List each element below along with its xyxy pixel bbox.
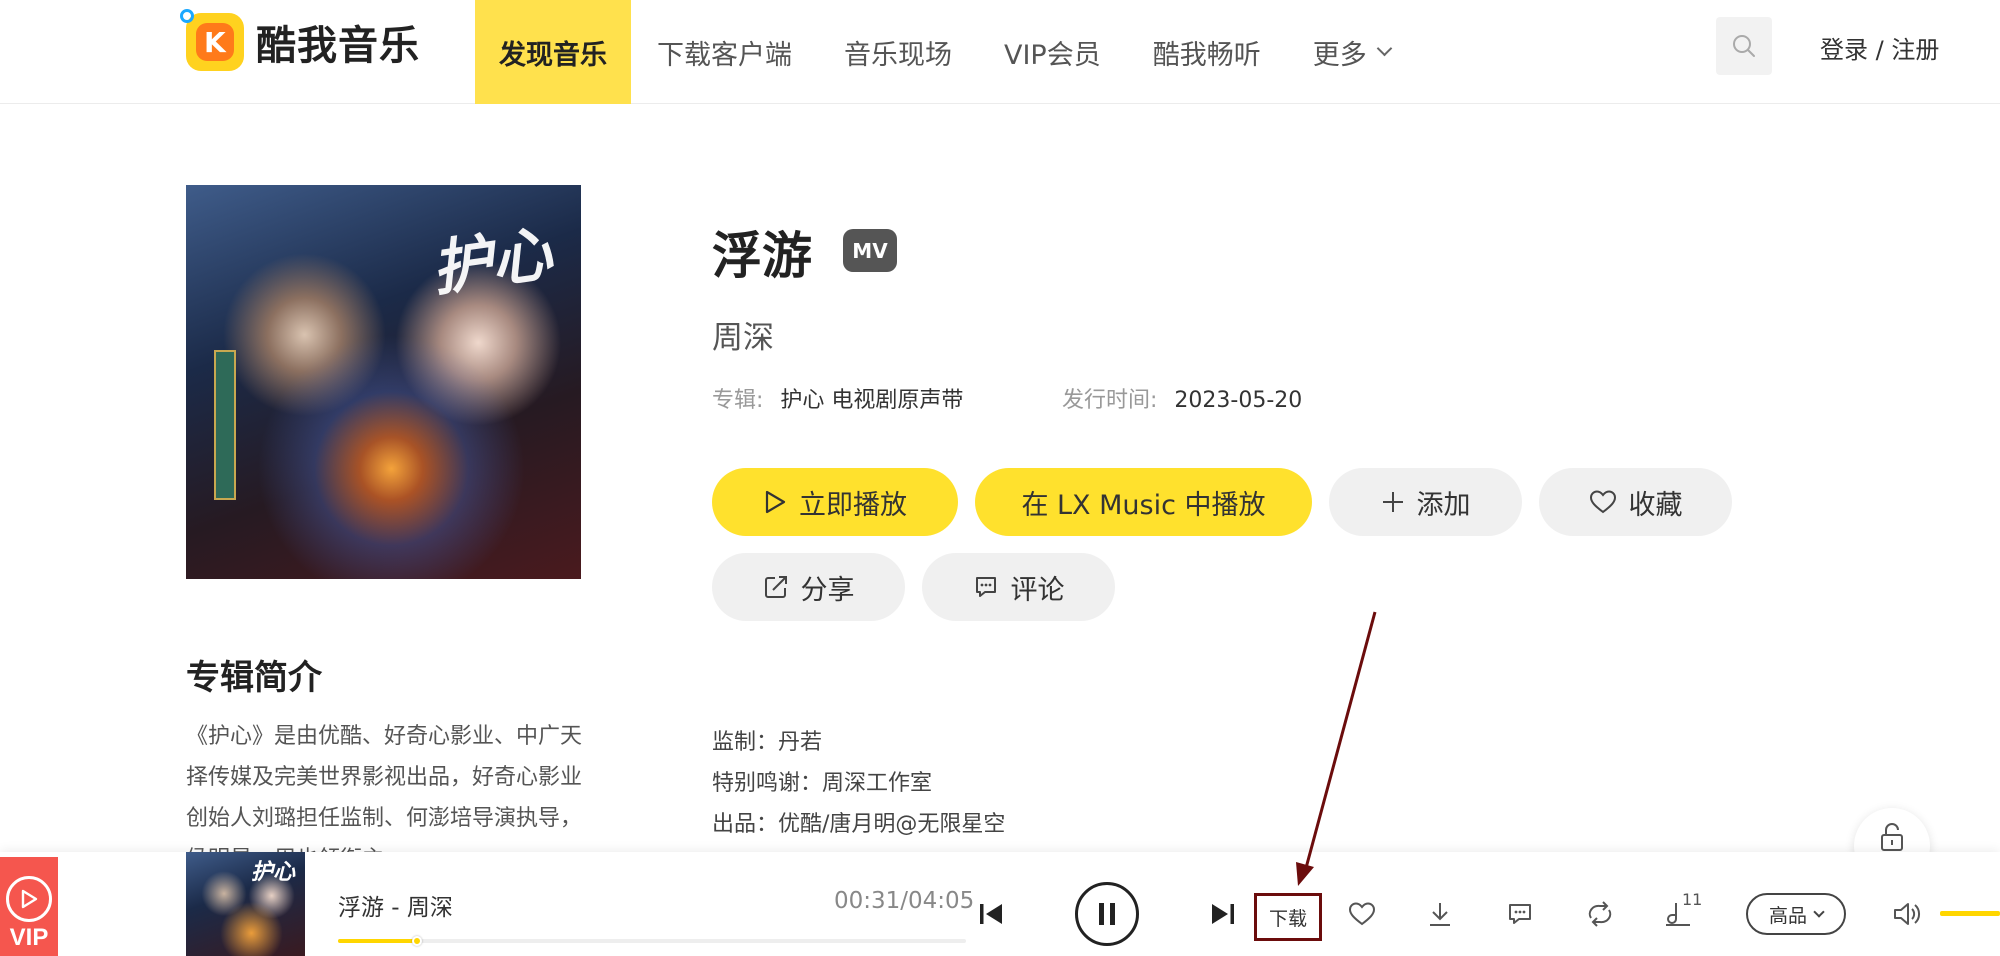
play-in-lx-music-button[interactable]: 在 LX Music 中播放 — [975, 468, 1312, 536]
nav-more-label: 更多 — [1312, 39, 1367, 71]
chevron-down-icon — [1376, 40, 1392, 56]
album-label: 专辑: — [712, 388, 764, 413]
download-label-highlight[interactable]: 下载 — [1254, 893, 1322, 941]
nav-vip-member[interactable]: VIP会员 — [978, 0, 1127, 104]
song-credits: 监制：丹若 特别鸣谢：周深工作室 出品：优酷/唐月明@无限星空 — [712, 722, 1312, 852]
comment-label: 评论 — [1010, 574, 1065, 606]
quality-label: 高品 — [1768, 904, 1807, 927]
vip-badge[interactable]: VIP — [0, 857, 58, 956]
add-button[interactable]: 添加 — [1329, 468, 1522, 536]
unlock-icon — [1881, 823, 1903, 851]
nav-download-client[interactable]: 下载客户端 — [631, 0, 818, 104]
like-button[interactable] — [1346, 898, 1378, 930]
download-button[interactable] — [1424, 898, 1456, 930]
share-button[interactable]: 分享 — [712, 553, 905, 621]
download-icon — [1430, 903, 1450, 926]
play-icon — [763, 489, 787, 515]
kuwo-logo-icon: K — [180, 9, 244, 71]
song-artist[interactable]: 周深 — [712, 312, 774, 357]
cover-banner — [214, 350, 236, 500]
album-cover: 护心 — [186, 185, 581, 579]
skip-previous-icon — [980, 904, 1002, 924]
playlist-count: 11 — [1682, 890, 1703, 909]
chevron-down-icon — [1813, 905, 1825, 918]
cover-calligraphy: 护心 — [427, 218, 557, 305]
favorite-label: 收藏 — [1628, 489, 1683, 521]
heart-icon — [1589, 489, 1617, 515]
album-intro-text: 《护心》是由优酷、好奇心影业、中广天择传媒及完美世界影视出品，好奇心影业创始人刘… — [186, 724, 583, 856]
play-now-button[interactable]: 立即播放 — [712, 468, 958, 536]
vip-play-icon — [6, 876, 52, 922]
player-comment-button[interactable] — [1504, 898, 1536, 930]
favorite-button[interactable]: 收藏 — [1539, 468, 1732, 536]
pause-button[interactable] — [1075, 882, 1139, 946]
login-register-link[interactable]: 登录 / 注册 — [1820, 30, 1939, 65]
previous-button[interactable] — [976, 896, 1006, 932]
quality-select[interactable]: 高品 — [1746, 893, 1846, 935]
play-in-lx-label: 在 LX Music 中播放 — [1021, 489, 1266, 521]
now-playing-title[interactable]: 浮游 - 周深 — [338, 888, 453, 922]
release-date: 2023-05-20 — [1174, 388, 1303, 413]
main-nav: 发现音乐 下载客户端 音乐现场 VIP会员 酷我畅听 更多 — [475, 0, 1416, 104]
volume-button[interactable] — [1890, 898, 1924, 930]
playback-time: 00:31/04:05 — [834, 888, 975, 914]
vip-label: VIP — [9, 924, 49, 951]
plus-icon — [1381, 490, 1405, 514]
next-button[interactable] — [1208, 896, 1238, 932]
share-icon — [763, 574, 789, 600]
credit-line: 监制：丹若 — [712, 730, 823, 755]
repeat-icon — [1588, 901, 1612, 927]
release-meta: 发行时间: 2023-05-20 — [1062, 382, 1302, 414]
nav-music-live[interactable]: 音乐现场 — [818, 0, 978, 104]
comment-icon — [1509, 904, 1531, 924]
song-title: 浮游 — [712, 227, 812, 285]
mini-cover-calligraphy: 护心 — [250, 859, 295, 885]
top-header: K 酷我音乐 发现音乐 下载客户端 音乐现场 VIP会员 酷我畅听 更多 登录 … — [0, 0, 2000, 104]
volume-slider[interactable] — [1940, 911, 2000, 916]
speaker-icon — [1894, 903, 1921, 925]
release-label: 发行时间: — [1062, 388, 1158, 413]
progress-bar[interactable] — [338, 936, 966, 946]
comment-button[interactable]: 评论 — [922, 553, 1115, 621]
kuwo-logo[interactable]: K 酷我音乐 — [180, 9, 420, 74]
nav-kuwo-listen[interactable]: 酷我畅听 — [1127, 0, 1287, 104]
add-label: 添加 — [1416, 489, 1471, 521]
search-button[interactable] — [1716, 17, 1772, 75]
nav-discover-music[interactable]: 发现音乐 — [475, 0, 631, 104]
progress-fill — [338, 939, 418, 943]
credit-line: 出品：优酷/唐月明@无限星空 — [712, 812, 1006, 837]
skip-next-icon — [1212, 904, 1234, 924]
pause-icon — [1099, 903, 1115, 925]
album-meta: 专辑: 护心 电视剧原声带 — [712, 382, 963, 414]
loop-mode-button[interactable] — [1584, 898, 1616, 930]
heart-icon — [1348, 902, 1376, 926]
album-intro-title: 专辑简介 — [186, 658, 322, 698]
share-label: 分享 — [800, 574, 855, 606]
nav-more[interactable]: 更多 — [1287, 0, 1416, 104]
album-link[interactable]: 护心 电视剧原声带 — [780, 388, 963, 413]
logo-text: 酷我音乐 — [256, 23, 420, 69]
comment-icon — [973, 574, 999, 600]
play-now-label: 立即播放 — [799, 489, 907, 521]
now-playing-cover[interactable]: 护心 — [186, 852, 305, 956]
mv-badge[interactable]: MV — [843, 229, 897, 272]
search-icon — [1733, 35, 1755, 57]
credit-line: 特别鸣谢：周深工作室 — [712, 771, 933, 796]
